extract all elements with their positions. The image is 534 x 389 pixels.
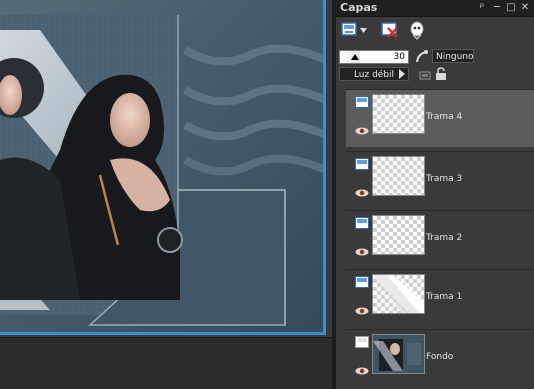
- canvas-area[interactable]: [0, 0, 332, 389]
- glass-band-thumbnail: [373, 275, 424, 313]
- layer-thumbnail: [372, 156, 425, 196]
- layers-panel: Capas ᵖ ─ □ ✕ 30 Ninguno Luz débil Trama…: [336, 0, 534, 389]
- raster-layer-icon: [355, 158, 369, 170]
- layer-thumbnail: [372, 215, 425, 255]
- minimize-icon[interactable]: ─: [491, 2, 503, 14]
- raster-layer-icon: [355, 96, 369, 108]
- lock-icon[interactable]: [434, 67, 448, 81]
- background-layer-icon: [355, 336, 369, 348]
- eye-icon[interactable]: [355, 248, 369, 256]
- maximize-icon[interactable]: □: [505, 2, 517, 14]
- chevron-down-icon[interactable]: [360, 28, 367, 33]
- panel-title: Capas: [340, 1, 378, 14]
- layer-name: Trama 4: [426, 112, 463, 122]
- eye-icon[interactable]: [355, 307, 369, 315]
- background-thumbnail: [373, 335, 424, 373]
- layer-row-trama-1[interactable]: Trama 1: [346, 269, 534, 327]
- layers-toolbar: [336, 17, 534, 45]
- new-layer-icon[interactable]: [341, 22, 359, 38]
- opacity-pin-icon[interactable]: [351, 54, 359, 60]
- pin-icon[interactable]: ᵖ: [476, 2, 488, 14]
- raster-layer-icon: [355, 276, 369, 288]
- layer-row-trama-2[interactable]: Trama 2: [346, 210, 534, 268]
- opacity-value[interactable]: 30: [394, 51, 405, 63]
- layer-name: Fondo: [426, 352, 454, 362]
- delete-layer-icon[interactable]: [381, 21, 399, 39]
- status-bar: [0, 337, 332, 389]
- layer-name: Trama 2: [426, 233, 463, 243]
- close-icon[interactable]: ✕: [519, 2, 531, 14]
- layer-list: Trama 4 Trama 3 Trama 2 Trama 1 Fondo: [336, 89, 534, 389]
- blend-mode-icon[interactable]: [414, 49, 430, 65]
- panel-header: Capas ᵖ ─ □ ✕: [336, 0, 534, 17]
- layer-row-fondo[interactable]: Fondo: [346, 329, 534, 387]
- eye-icon[interactable]: [355, 127, 369, 135]
- eye-icon[interactable]: [355, 189, 369, 197]
- layer-name: Trama 1: [426, 292, 463, 302]
- layer-thumbnail: [372, 274, 425, 314]
- layer-thumbnail: [372, 94, 425, 134]
- layer-properties: 30 Ninguno Luz débil: [336, 45, 534, 89]
- mask-icon[interactable]: [408, 20, 426, 40]
- layer-row-trama-3[interactable]: Trama 3: [346, 151, 534, 209]
- artwork-image: [0, 0, 323, 332]
- link-icon[interactable]: [418, 68, 432, 82]
- layer-row-trama-4[interactable]: Trama 4: [346, 89, 534, 147]
- layer-thumbnail: [372, 334, 425, 374]
- opacity-slider[interactable]: 30: [339, 50, 409, 64]
- blend-mode-select[interactable]: Ninguno: [432, 49, 474, 63]
- eye-icon[interactable]: [355, 367, 369, 375]
- layer-name: Trama 3: [426, 174, 463, 184]
- raster-layer-icon: [355, 217, 369, 229]
- document-canvas[interactable]: [0, 0, 326, 335]
- play-icon[interactable]: [399, 69, 405, 79]
